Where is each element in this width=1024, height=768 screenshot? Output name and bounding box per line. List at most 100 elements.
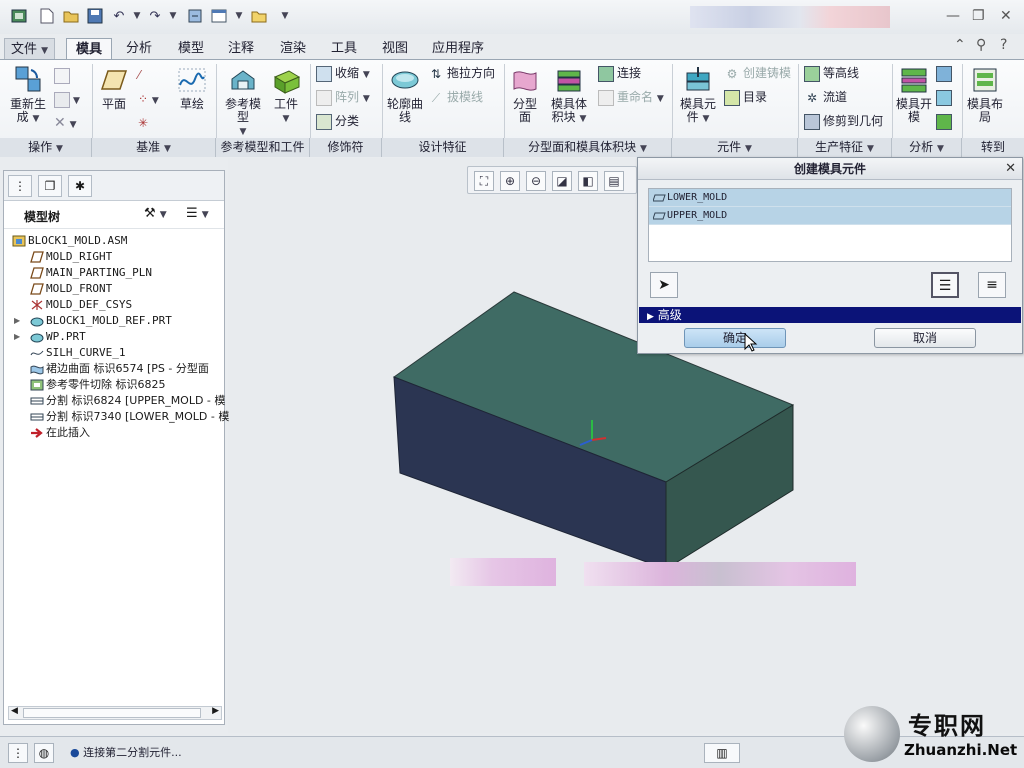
runner-button[interactable]: ✲ 流道 (804, 86, 847, 108)
scroll-thumb[interactable] (23, 708, 201, 718)
silhouette-curve-icon (390, 65, 420, 95)
select-all-icon[interactable]: ☰ (931, 272, 959, 298)
tab-file[interactable]: 文件 ▼ (4, 38, 56, 60)
copy-icon[interactable] (54, 64, 73, 86)
mold-volume-button[interactable]: 模具体积块 ▼ (546, 65, 592, 126)
repaint-icon[interactable]: ◪ (552, 171, 572, 191)
csys-icon[interactable]: ✳ (138, 112, 148, 134)
catalog-icon (724, 89, 740, 106)
tab-model[interactable]: 模型 (172, 38, 210, 60)
regenerate-small-icon[interactable] (186, 7, 204, 25)
tree-row-label: 分割 标识7340 [LOWER_MOLD - 模 (46, 410, 230, 423)
tree-row-label: SILH_CURVE_1 (46, 346, 126, 359)
catalog-button[interactable]: 目录 (724, 86, 767, 108)
show-icon[interactable]: ☰ ▼ (186, 206, 209, 221)
ref-model-button[interactable]: 参考模型 ▼ (222, 65, 264, 139)
isoline-button[interactable]: 等高线 (804, 62, 859, 84)
cancel-button[interactable]: 取消 (874, 328, 976, 348)
windows-icon[interactable] (210, 7, 228, 25)
favorites-tab-icon[interactable]: ✱ (68, 175, 92, 197)
browser-toggle-icon[interactable]: ◍ (34, 743, 54, 763)
save-icon[interactable] (86, 7, 104, 25)
expand-icon[interactable]: ▶ (14, 329, 20, 345)
watermark-ball-icon (844, 706, 900, 762)
scroll-right-icon[interactable]: ▶ (212, 706, 219, 716)
silhouette-curve-button[interactable]: 轮廓曲线 (386, 65, 424, 124)
mold-open-button[interactable]: 模具开模 (896, 65, 932, 124)
zoom-out-icon[interactable]: ⊖ (526, 171, 546, 191)
mold-component-button[interactable]: 模具元件 ▼ (676, 65, 720, 126)
group-components[interactable]: 元件 ▼ (672, 138, 798, 157)
paste-icon[interactable]: ▼ (54, 88, 80, 110)
mold-layout-button[interactable]: 模具布局 (966, 65, 1004, 124)
minimize-icon[interactable]: — (946, 8, 960, 24)
scroll-left-icon[interactable]: ◀ (11, 706, 18, 716)
windows-dropdown-icon[interactable]: ▼ (230, 7, 248, 25)
tree-settings-icon[interactable]: ⚒ ▼ (144, 206, 167, 221)
select-arrow-icon[interactable]: ➤ (650, 272, 678, 298)
tab-applications[interactable]: 应用程序 (426, 38, 490, 60)
filter-icon[interactable]: ▥ (704, 743, 740, 763)
classify-button[interactable]: 分类 (316, 110, 359, 132)
search-icon[interactable]: ⚲ (976, 37, 986, 53)
model-tree-tab-icon[interactable]: ⋮ (8, 175, 32, 197)
group-analysis[interactable]: 分析 ▼ (892, 138, 962, 157)
advanced-section[interactable]: ▶ 高级 (639, 307, 1021, 323)
analysis-tool-2-icon[interactable] (936, 86, 955, 108)
refit-icon[interactable]: ⛶ (474, 171, 494, 191)
close-icon[interactable]: ✕ (1000, 8, 1012, 24)
trim-to-geometry-button[interactable]: 修剪到几何 (804, 110, 883, 132)
tab-mold[interactable]: 模具 (66, 38, 112, 60)
connect-button[interactable]: 连接 (598, 62, 641, 84)
list-item[interactable]: LOWER_MOLD (649, 189, 1011, 207)
restore-icon[interactable]: ❐ (972, 8, 985, 24)
new-file-icon[interactable] (38, 7, 56, 25)
horizontal-scrollbar[interactable]: ◀ ▶ (8, 706, 222, 720)
shrink-button[interactable]: 收缩 ▼ (316, 62, 370, 84)
tab-annotate[interactable]: 注释 (222, 38, 260, 60)
expand-icon[interactable]: ▶ (14, 313, 20, 329)
parting-surface-button[interactable]: 分型面 (508, 65, 542, 124)
redo-icon[interactable]: ↷ (146, 7, 164, 25)
watermark-cn: 专职网 (908, 711, 986, 740)
group-operations[interactable]: 操作 ▼ (0, 138, 92, 157)
workpiece-button[interactable]: 工件 ▼ (268, 65, 304, 126)
plane-button[interactable]: 平面 (98, 65, 130, 111)
drag-direction-icon: ⇅ (430, 66, 442, 81)
datum-plane-icon (30, 251, 44, 263)
open-folder-icon[interactable] (62, 7, 80, 25)
undo-icon[interactable]: ↶ (110, 7, 128, 25)
group-production-features[interactable]: 生产特征 ▼ (798, 138, 892, 157)
delete-icon[interactable]: ✕ ▼ (54, 112, 76, 134)
mold-volume-list[interactable]: LOWER_MOLD UPPER_MOLD (648, 188, 1012, 262)
list-item[interactable]: UPPER_MOLD (649, 207, 1011, 225)
regenerate-button[interactable]: 重新生成 ▼ (6, 65, 50, 126)
close-window-icon[interactable] (250, 7, 268, 25)
tree-toggle-icon[interactable]: ⋮ (8, 743, 28, 763)
tab-analysis[interactable]: 分析 (120, 38, 158, 60)
tab-tools[interactable]: 工具 (325, 38, 363, 60)
axis-icon[interactable]: ⁄ (138, 64, 140, 86)
folder-browser-tab-icon[interactable]: ❐ (38, 175, 62, 197)
display-style-icon[interactable]: ◧ (578, 171, 598, 191)
deselect-all-icon[interactable]: ≡ (978, 272, 1006, 298)
zoom-in-icon[interactable]: ⊕ (500, 171, 520, 191)
drag-direction-button[interactable]: ⇅ 拖拉方向 (428, 62, 495, 84)
help-icon[interactable]: ? (1000, 37, 1007, 53)
tab-view[interactable]: 视图 (376, 38, 414, 60)
saved-views-icon[interactable]: ▤ (604, 171, 624, 191)
point-icon[interactable]: ⁘ ▼ (138, 88, 159, 110)
collapse-ribbon-icon[interactable]: ⌃ (954, 37, 966, 53)
redo-dropdown-icon[interactable]: ▼ (164, 7, 182, 25)
analysis-tool-1-icon[interactable] (936, 62, 955, 84)
tab-render[interactable]: 渲染 (274, 38, 312, 60)
ok-button[interactable]: 确定 (684, 328, 786, 348)
undo-dropdown-icon[interactable]: ▼ (128, 7, 146, 25)
analysis-tool-3-icon[interactable] (936, 110, 955, 132)
dialog-close-icon[interactable]: ✕ (1005, 158, 1016, 180)
customize-qat-icon[interactable]: ▼ (276, 7, 294, 25)
group-parting-volume[interactable]: 分型面和模具体积块 ▼ (504, 138, 672, 157)
tree-row-label: BLOCK1_MOLD_REF.PRT (46, 314, 172, 327)
group-datum[interactable]: 基准 ▼ (92, 138, 216, 157)
sketch-button[interactable]: 草绘 (172, 65, 212, 111)
